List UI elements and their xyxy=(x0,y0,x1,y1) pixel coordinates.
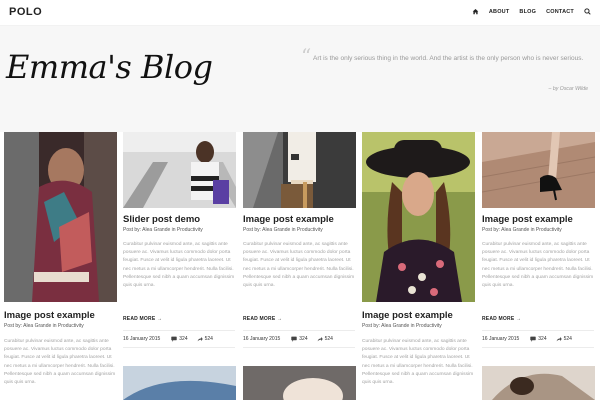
post-image[interactable] xyxy=(482,366,595,400)
site-logo[interactable]: POLO xyxy=(9,6,42,18)
quote-mark-icon: “ xyxy=(301,44,312,68)
home-icon[interactable] xyxy=(472,8,479,15)
share-icon xyxy=(317,336,323,342)
post-excerpt: Curabitur pulvinar euismod ante, ac sagi… xyxy=(482,242,594,289)
post-meta: 16 January 2015 324 524 xyxy=(123,330,235,348)
shares-count[interactable]: 524 xyxy=(317,336,333,342)
hero-quote: Art is the only serious thing in the wor… xyxy=(313,55,584,62)
post-author: Post by: Alea Grande in Productivity xyxy=(482,227,562,233)
comment-icon xyxy=(171,336,177,342)
post-date: 16 January 2015 xyxy=(243,336,281,342)
post-meta: 16 January 2015 324 524 xyxy=(243,330,355,348)
post-card: Image post example Post by: Alea Grande … xyxy=(482,132,595,366)
post-image[interactable] xyxy=(243,366,356,400)
comments-count[interactable]: 324 xyxy=(291,336,308,342)
post-card: Image post example Post by: Alea Grande … xyxy=(243,132,356,366)
post-excerpt: Curabitur pulvinar euismod ante, ac sagi… xyxy=(243,242,355,289)
post-title[interactable]: Image post example xyxy=(482,214,573,225)
top-navigation-bar: POLO ABOUT BLOG CONTACT xyxy=(0,0,600,26)
main-nav: ABOUT BLOG CONTACT xyxy=(472,8,591,15)
post-card: Image post example Post by: Alea Grande … xyxy=(4,132,117,400)
post-title[interactable]: Slider post demo xyxy=(123,214,200,225)
post-image[interactable] xyxy=(243,132,356,208)
post-excerpt: Curabitur pulvinar euismod ante, ac sagi… xyxy=(123,242,235,289)
share-icon xyxy=(556,336,562,342)
post-image[interactable] xyxy=(123,132,236,208)
post-image[interactable] xyxy=(482,132,595,208)
post-meta: 16 January 2015 324 524 xyxy=(482,330,594,348)
comments-count[interactable]: 324 xyxy=(530,336,547,342)
post-author: Post by: Alea Grande in Productivity xyxy=(123,227,203,233)
nav-about[interactable]: ABOUT xyxy=(489,9,510,15)
blog-title: Emma's Blog xyxy=(6,48,213,86)
shares-count[interactable]: 524 xyxy=(556,336,572,342)
post-card-footer xyxy=(362,132,475,400)
post-author: Post by: Alea Grande in Productivity xyxy=(4,323,84,329)
post-date: 16 January 2015 xyxy=(482,336,520,342)
comments-count[interactable]: 324 xyxy=(171,336,188,342)
post-title[interactable]: Image post example xyxy=(243,214,334,225)
hero-section: Emma's Blog “ Art is the only serious th… xyxy=(0,26,600,132)
share-icon xyxy=(197,336,203,342)
post-date: 16 January 2015 xyxy=(123,336,161,342)
shares-count[interactable]: 524 xyxy=(197,336,213,342)
post-excerpt: Curabitur pulvinar euismod ante, ac sagi… xyxy=(4,339,116,386)
comment-icon xyxy=(530,336,536,342)
comment-icon xyxy=(291,336,297,342)
read-more-link[interactable]: READ MORE → xyxy=(123,316,162,322)
nav-blog[interactable]: BLOG xyxy=(519,9,536,15)
post-image[interactable] xyxy=(123,366,236,400)
nav-contact[interactable]: CONTACT xyxy=(546,9,574,15)
read-more-link[interactable]: READ MORE → xyxy=(482,316,521,322)
post-card: Slider post demo Post by: Alea Grande in… xyxy=(123,132,236,366)
post-image[interactable] xyxy=(4,132,117,302)
read-more-link[interactable]: READ MORE → xyxy=(243,316,282,322)
post-author: Post by: Alea Grande in Productivity xyxy=(243,227,323,233)
quote-author: – by Oscar Wilde xyxy=(548,86,588,92)
post-title[interactable]: Image post example xyxy=(4,310,95,321)
search-icon[interactable] xyxy=(584,8,591,15)
